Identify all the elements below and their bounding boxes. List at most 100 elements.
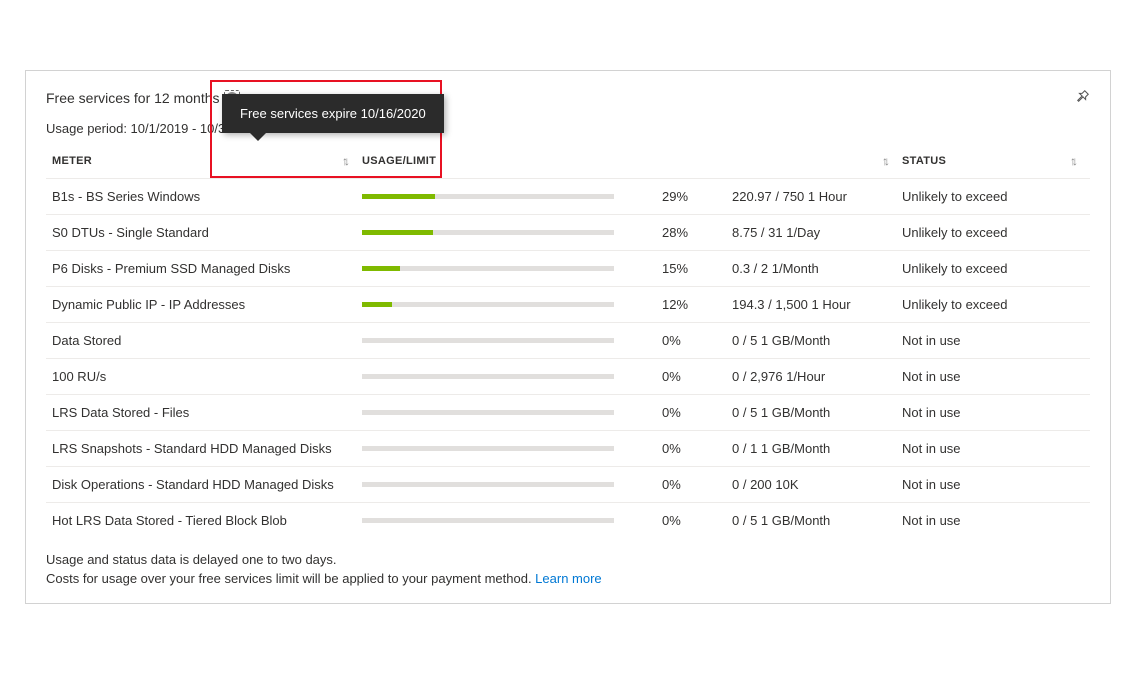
sort-icon: ↑↓ — [882, 154, 886, 168]
progress-fill — [362, 194, 435, 199]
progress-track — [362, 374, 614, 379]
cell-pct: 15% — [662, 261, 732, 276]
header-meter[interactable]: METER ↑↓ — [46, 154, 362, 168]
cell-status: Not in use — [902, 333, 1090, 348]
table-row: Data Stored 0%0 / 5 1 GB/MonthNot in use — [46, 322, 1090, 358]
panel-title: Free services for 12 months — [46, 90, 220, 106]
cell-status: Not in use — [902, 405, 1090, 420]
progress-track — [362, 302, 614, 307]
footer-line2: Costs for usage over your free services … — [46, 571, 535, 586]
table-body[interactable]: B1s - BS Series Windows 29%220.97 / 750 1… — [46, 178, 1090, 543]
cell-usage-bar — [362, 338, 662, 343]
cell-pct: 0% — [662, 369, 732, 384]
cell-limit: 0.3 / 2 1/Month — [732, 261, 902, 276]
header-status[interactable]: STATUS ↑↓ — [902, 154, 1090, 168]
cell-usage-bar — [362, 230, 662, 235]
cell-pct: 0% — [662, 477, 732, 492]
cell-status: Unlikely to exceed — [902, 225, 1090, 240]
cell-usage-bar — [362, 446, 662, 451]
progress-fill — [362, 266, 400, 271]
title-group: Free services for 12 months i — [46, 90, 240, 106]
progress-track — [362, 266, 614, 271]
progress-fill — [362, 302, 392, 307]
cell-meter: LRS Data Stored - Files — [46, 405, 362, 420]
cell-meter: Dynamic Public IP - IP Addresses — [46, 297, 362, 312]
cell-limit: 0 / 5 1 GB/Month — [732, 405, 902, 420]
cell-pct: 12% — [662, 297, 732, 312]
progress-track — [362, 338, 614, 343]
pin-icon[interactable] — [1076, 89, 1090, 107]
progress-track — [362, 482, 614, 487]
footer-line1: Usage and status data is delayed one to … — [46, 551, 1090, 570]
footer-line2-wrap: Costs for usage over your free services … — [46, 570, 1090, 589]
cell-limit: 0 / 5 1 GB/Month — [732, 333, 902, 348]
cell-limit: 0 / 200 10K — [732, 477, 902, 492]
cell-limit: 0 / 1 1 GB/Month — [732, 441, 902, 456]
table-row: S0 DTUs - Single Standard 28%8.75 / 31 1/… — [46, 214, 1090, 250]
table-row: Disk Operations - Standard HDD Managed D… — [46, 466, 1090, 502]
header-usage[interactable]: USAGE/LIMIT — [362, 154, 662, 168]
usage-period-text: Usage period: 10/1/2019 - 10/31/2019 — [46, 121, 1090, 136]
cell-usage-bar — [362, 302, 662, 307]
tooltip-text: Free services expire 10/16/2020 — [240, 106, 426, 121]
cell-meter: 100 RU/s — [46, 369, 362, 384]
cell-meter: P6 Disks - Premium SSD Managed Disks — [46, 261, 362, 276]
cell-limit: 0 / 2,976 1/Hour — [732, 369, 902, 384]
cell-status: Not in use — [902, 513, 1090, 528]
progress-track — [362, 410, 614, 415]
table-headers: METER ↑↓ USAGE/LIMIT ↑↓ STATUS ↑↓ — [46, 154, 1090, 178]
table-row: LRS Snapshots - Standard HDD Managed Dis… — [46, 430, 1090, 466]
table-row: B1s - BS Series Windows 29%220.97 / 750 1… — [46, 178, 1090, 214]
header-meter-label: METER — [52, 155, 92, 167]
table-row: P6 Disks - Premium SSD Managed Disks 15%0… — [46, 250, 1090, 286]
cell-pct: 28% — [662, 225, 732, 240]
table-row: Dynamic Public IP - IP Addresses 12%194.3… — [46, 286, 1090, 322]
cell-status: Not in use — [902, 477, 1090, 492]
cell-pct: 0% — [662, 441, 732, 456]
progress-track — [362, 518, 614, 523]
progress-track — [362, 446, 614, 451]
header-limit[interactable]: ↑↓ — [732, 154, 902, 168]
cell-meter: S0 DTUs - Single Standard — [46, 225, 362, 240]
cell-usage-bar — [362, 374, 662, 379]
cell-pct: 0% — [662, 405, 732, 420]
cell-meter: B1s - BS Series Windows — [46, 189, 362, 204]
cell-meter: LRS Snapshots - Standard HDD Managed Dis… — [46, 441, 362, 456]
cell-meter: Disk Operations - Standard HDD Managed D… — [46, 477, 362, 492]
header-status-label: STATUS — [902, 155, 946, 167]
cell-limit: 194.3 / 1,500 1 Hour — [732, 297, 902, 312]
cell-pct: 0% — [662, 513, 732, 528]
table-row: Hot LRS Data Stored - Tiered Block Blob 0… — [46, 502, 1090, 538]
cell-usage-bar — [362, 194, 662, 199]
cell-status: Unlikely to exceed — [902, 297, 1090, 312]
header-pct-spacer — [662, 154, 732, 168]
table-row: 100 RU/s 0%0 / 2,976 1/HourNot in use — [46, 358, 1090, 394]
table-row: LRS Data Stored - Files 0%0 / 5 1 GB/Mont… — [46, 394, 1090, 430]
cell-limit: 0 / 5 1 GB/Month — [732, 513, 902, 528]
sort-icon: ↑↓ — [1070, 154, 1074, 168]
progress-fill — [362, 230, 433, 235]
cell-status: Unlikely to exceed — [902, 261, 1090, 276]
cell-limit: 8.75 / 31 1/Day — [732, 225, 902, 240]
cell-usage-bar — [362, 266, 662, 271]
sort-icon: ↑↓ — [342, 154, 346, 168]
progress-track — [362, 194, 614, 199]
learn-more-link[interactable]: Learn more — [535, 571, 601, 586]
cell-meter: Data Stored — [46, 333, 362, 348]
info-tooltip: Free services expire 10/16/2020 — [222, 94, 444, 133]
cell-status: Unlikely to exceed — [902, 189, 1090, 204]
footer: Usage and status data is delayed one to … — [46, 551, 1090, 589]
cell-pct: 29% — [662, 189, 732, 204]
progress-track — [362, 230, 614, 235]
free-services-panel: Free services for 12 months i Usage peri… — [25, 70, 1111, 604]
cell-usage-bar — [362, 482, 662, 487]
cell-limit: 220.97 / 750 1 Hour — [732, 189, 902, 204]
cell-usage-bar — [362, 518, 662, 523]
cell-usage-bar — [362, 410, 662, 415]
cell-status: Not in use — [902, 441, 1090, 456]
header-usage-label: USAGE/LIMIT — [362, 155, 436, 167]
panel-header: Free services for 12 months i — [46, 89, 1090, 107]
cell-status: Not in use — [902, 369, 1090, 384]
cell-pct: 0% — [662, 333, 732, 348]
cell-meter: Hot LRS Data Stored - Tiered Block Blob — [46, 513, 362, 528]
